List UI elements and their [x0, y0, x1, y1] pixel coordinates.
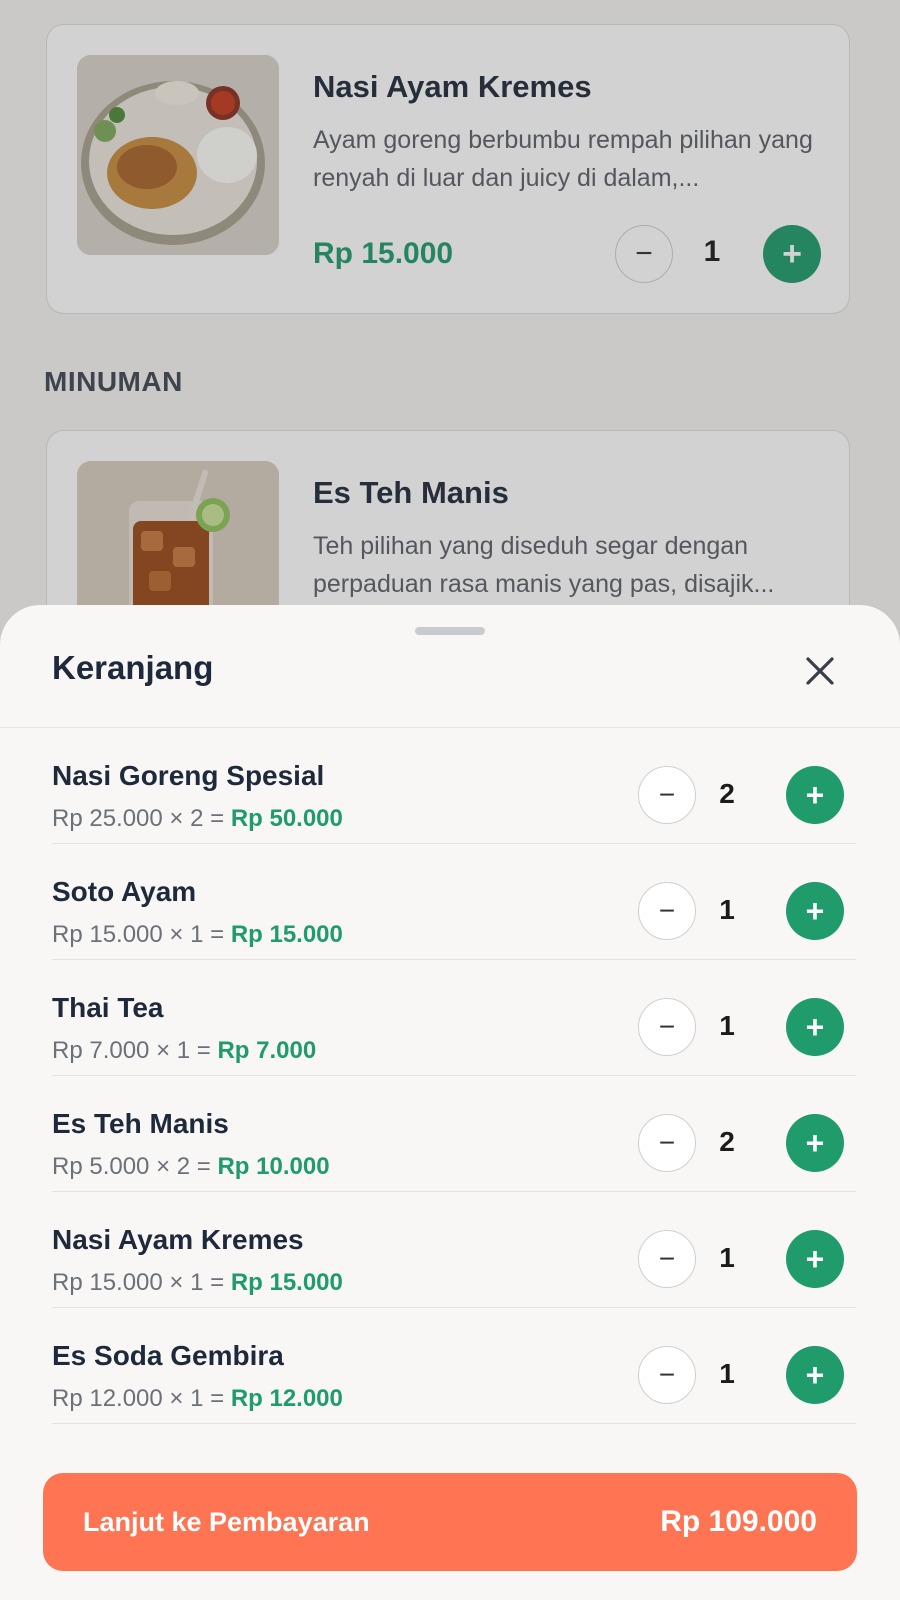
cart-item: Es Teh Manis Rp 5.000 × 2 = Rp 10.000 − …	[52, 1076, 856, 1192]
quantity-value: 1	[719, 1010, 735, 1041]
cart-item-unit-price: Rp 25.000 × 2 =	[52, 805, 231, 832]
cart-item-name: Thai Tea	[52, 992, 164, 1023]
close-button[interactable]	[794, 645, 846, 697]
drag-handle[interactable]	[415, 627, 485, 635]
quantity-value: 2	[719, 1126, 735, 1157]
increase-quantity-button[interactable]: +	[786, 882, 844, 940]
cart-item-subtotal: Rp 5.000 × 2 = Rp 10.000	[52, 1153, 330, 1181]
increase-quantity-button[interactable]: +	[786, 766, 844, 824]
cart-item: Nasi Goreng Spesial Rp 25.000 × 2 = Rp 5…	[52, 728, 856, 844]
minus-icon: −	[658, 1359, 676, 1390]
cart-item: Thai Tea Rp 7.000 × 1 = Rp 7.000 − 1 +	[52, 960, 856, 1076]
cart-item-unit-price: Rp 12.000 × 1 =	[52, 1385, 231, 1412]
cart-items-list: Nasi Goreng Spesial Rp 25.000 × 2 = Rp 5…	[0, 728, 900, 1424]
decrease-quantity-button[interactable]: −	[638, 1230, 696, 1288]
cart-item-name: Es Teh Manis	[52, 1108, 229, 1139]
quantity-value: 1	[719, 894, 735, 925]
decrease-quantity-button[interactable]: −	[638, 998, 696, 1056]
cart-item-unit-price: Rp 15.000 × 1 =	[52, 1269, 231, 1296]
plus-icon: +	[805, 1124, 825, 1161]
checkout-total: Rp 109.000	[660, 1505, 817, 1538]
checkout-label: Lanjut ke Pembayaran	[83, 1506, 370, 1537]
increase-quantity-button[interactable]: +	[786, 1230, 844, 1288]
plus-icon: +	[805, 776, 825, 813]
increase-quantity-button[interactable]: +	[786, 1346, 844, 1404]
minus-icon: −	[658, 895, 676, 926]
quantity-value: 2	[719, 778, 735, 809]
cart-item-total: Rp 7.000	[217, 1037, 317, 1064]
plus-icon: +	[805, 892, 825, 929]
minus-icon: −	[658, 1127, 676, 1158]
cart-item-total: Rp 12.000	[230, 1385, 343, 1412]
increase-quantity-button[interactable]: +	[786, 998, 844, 1056]
plus-icon: +	[805, 1008, 825, 1045]
cart-item-unit-price: Rp 5.000 × 2 =	[52, 1153, 218, 1180]
plus-icon: +	[805, 1240, 825, 1277]
decrease-quantity-button[interactable]: −	[638, 1346, 696, 1404]
decrease-quantity-button[interactable]: −	[638, 882, 696, 940]
cart-item-subtotal: Rp 15.000 × 1 = Rp 15.000	[52, 1269, 343, 1297]
decrease-quantity-button[interactable]: −	[638, 766, 696, 824]
cart-bottom-sheet: Keranjang Nasi Goreng Spesial Rp 25.000 …	[0, 605, 900, 1600]
decrease-quantity-button[interactable]: −	[638, 1114, 696, 1172]
cart-item: Soto Ayam Rp 15.000 × 1 = Rp 15.000 − 1 …	[52, 844, 856, 960]
cart-item-total: Rp 10.000	[217, 1153, 330, 1180]
close-icon	[806, 657, 834, 685]
cart-item-total: Rp 50.000	[230, 805, 343, 832]
cart-item-name: Nasi Ayam Kremes	[52, 1224, 304, 1255]
cart-item: Nasi Ayam Kremes Rp 15.000 × 1 = Rp 15.0…	[52, 1192, 856, 1308]
plus-icon: +	[805, 1356, 825, 1393]
cart-item-unit-price: Rp 15.000 × 1 =	[52, 921, 231, 948]
minus-icon: −	[658, 1011, 676, 1042]
cart-item-name: Nasi Goreng Spesial	[52, 760, 325, 791]
minus-icon: −	[658, 1243, 676, 1274]
cart-item-total: Rp 15.000	[230, 921, 343, 948]
cart-item-subtotal: Rp 15.000 × 1 = Rp 15.000	[52, 921, 343, 949]
quantity-value: 1	[719, 1358, 735, 1389]
cart-item-subtotal: Rp 12.000 × 1 = Rp 12.000	[52, 1385, 343, 1413]
cart-item-unit-price: Rp 7.000 × 1 =	[52, 1037, 218, 1064]
sheet-title: Keranjang	[52, 649, 214, 686]
cart-item-name: Es Soda Gembira	[52, 1340, 284, 1371]
cart-item-subtotal: Rp 25.000 × 2 = Rp 50.000	[52, 805, 343, 833]
cart-item-total: Rp 15.000	[230, 1269, 343, 1296]
increase-quantity-button[interactable]: +	[786, 1114, 844, 1172]
cart-item-subtotal: Rp 7.000 × 1 = Rp 7.000	[52, 1037, 316, 1065]
checkout-button[interactable]: Lanjut ke Pembayaran Rp 109.000	[43, 1473, 857, 1571]
cart-item-name: Soto Ayam	[52, 876, 197, 907]
minus-icon: −	[658, 779, 676, 810]
cart-item: Es Soda Gembira Rp 12.000 × 1 = Rp 12.00…	[52, 1308, 856, 1424]
quantity-value: 1	[719, 1242, 735, 1273]
